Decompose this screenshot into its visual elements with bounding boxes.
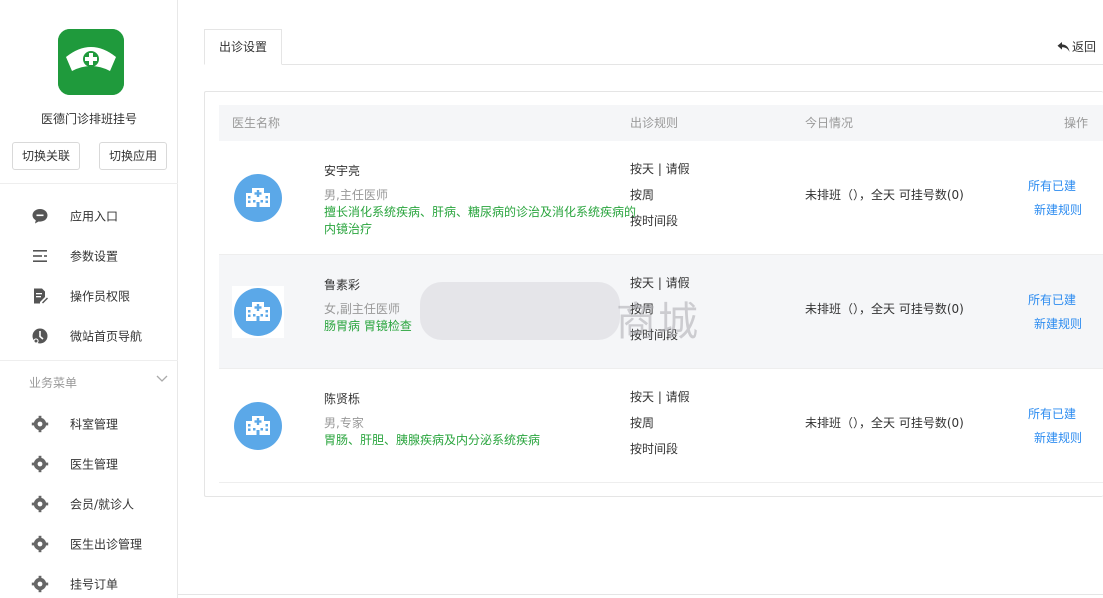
chat-bubble-icon xyxy=(32,209,48,224)
sidebar-item-label: 医生管理 xyxy=(70,457,119,472)
gear-icon xyxy=(31,575,49,593)
new-rule-link[interactable]: 新建规则 xyxy=(1034,429,1082,446)
back-arrow-icon xyxy=(1057,41,1070,52)
sidebar-item-microsite-nav[interactable]: 微站首页导航 xyxy=(0,316,178,356)
sidebar-item-operator-permissions[interactable]: 操作员权限 xyxy=(0,276,178,316)
watermark-blur xyxy=(420,282,620,340)
doctor-name: 鲁素彩 xyxy=(324,278,361,292)
new-rule-link[interactable]: 新建规则 xyxy=(1034,315,1082,332)
new-rule-link[interactable]: 新建规则 xyxy=(1034,201,1082,218)
sidebar-item-department[interactable]: 科室管理 xyxy=(0,404,178,444)
column-today-status: 今日情况 xyxy=(805,116,854,130)
column-schedule-rule: 出诊规则 xyxy=(630,116,679,130)
sidebar-item-label: 操作员权限 xyxy=(70,289,131,304)
app-name: 医德门诊排班挂号 xyxy=(40,112,137,126)
sidebar-item-params[interactable]: 参数设置 xyxy=(0,236,178,276)
sidebar-item-doctor-schedule[interactable]: 医生出诊管理 xyxy=(0,524,178,564)
doctor-title: 男,专家 xyxy=(324,416,364,430)
rule-by-week[interactable]: 按周 xyxy=(630,186,654,203)
rule-by-time-slot[interactable]: 按时间段 xyxy=(630,440,678,457)
column-doctor-name: 医生名称 xyxy=(232,116,281,130)
gear-icon xyxy=(31,455,49,473)
all-created-link[interactable]: 所有已建 xyxy=(1028,405,1076,422)
compass-clock-icon xyxy=(32,328,48,344)
sidebar-item-app-entry[interactable]: 应用入口 xyxy=(0,196,178,236)
sidebar-item-label: 科室管理 xyxy=(70,417,119,432)
sidebar-item-label: 应用入口 xyxy=(70,209,119,224)
bottom-divider xyxy=(178,594,1103,595)
table-row: 陈贤栎 男,专家 胃肠、肝胆、胰腺疾病及内分泌系统疾病 按天 | 请假 按周 按… xyxy=(219,369,1103,483)
today-status: 未排班（），全天 可挂号数(0) xyxy=(805,302,964,316)
nurse-cap-icon: 医德 xyxy=(58,29,124,95)
table-header: 医生名称 出诊规则 今日情况 操作 xyxy=(219,105,1103,141)
tab-underline xyxy=(204,64,1103,65)
sidebar-divider xyxy=(0,183,178,184)
doctor-specialty: 擅长消化系统疾病、肝病、糖尿病的诊治及消化系统疾病的内镜治疗 xyxy=(324,205,637,236)
switch-link-button[interactable]: 切换关联 xyxy=(12,142,81,170)
table-row: 安宇亮 男,主任医师 擅长消化系统疾病、肝病、糖尿病的诊治及消化系统疾病的内镜治… xyxy=(219,141,1103,255)
gear-icon xyxy=(31,495,49,513)
list-settings-icon xyxy=(33,250,47,262)
all-created-link[interactable]: 所有已建 xyxy=(1028,177,1076,194)
rule-by-time-slot[interactable]: 按时间段 xyxy=(630,212,678,229)
gear-icon xyxy=(31,415,49,433)
watermark-text: 商城 xyxy=(616,299,700,345)
sidebar-item-doctor[interactable]: 医生管理 xyxy=(0,444,178,484)
back-label: 返回 xyxy=(1072,40,1097,54)
doctor-title: 男,主任医师 xyxy=(324,188,388,202)
sidebar-item-members[interactable]: 会员/就诊人 xyxy=(0,484,178,524)
sidebar-item-label: 会员/就诊人 xyxy=(70,497,135,512)
sidebar-item-label: 挂号订单 xyxy=(70,577,119,592)
column-actions: 操作 xyxy=(1064,116,1089,130)
rule-by-day-leave[interactable]: 按天 | 请假 xyxy=(630,388,690,405)
hospital-avatar-icon xyxy=(234,402,282,450)
logo-text: 医德 xyxy=(84,39,98,48)
business-menu-title: 业务菜单 xyxy=(29,376,78,390)
sidebar: 医德 医德门诊排班挂号 切换关联 切换应用 应用入口 参数设置 操作员权限 微站… xyxy=(0,0,178,598)
doctor-specialty: 胃肠、肝胆、胰腺疾病及内分泌系统疾病 xyxy=(324,433,541,447)
switch-app-button[interactable]: 切换应用 xyxy=(99,142,168,170)
back-button[interactable]: 返回 xyxy=(1057,38,1096,55)
hospital-avatar-icon xyxy=(232,286,284,338)
hospital-avatar-icon xyxy=(234,174,282,222)
sidebar-item-label: 医生出诊管理 xyxy=(70,537,143,552)
sidebar-item-label: 参数设置 xyxy=(70,249,119,264)
gear-icon xyxy=(31,535,49,553)
rule-by-week[interactable]: 按周 xyxy=(630,414,654,431)
app-logo: 医德 xyxy=(58,29,124,95)
rule-by-day-leave[interactable]: 按天 | 请假 xyxy=(630,160,690,177)
tab-schedule-settings[interactable]: 出诊设置 xyxy=(204,29,282,65)
sidebar-item-label: 微站首页导航 xyxy=(70,329,143,344)
today-status: 未排班（），全天 可挂号数(0) xyxy=(805,416,964,430)
doctor-name: 安宇亮 xyxy=(324,164,361,178)
sidebar-item-orders[interactable]: 挂号订单 xyxy=(0,564,178,598)
chevron-down-icon[interactable] xyxy=(156,374,168,384)
document-edit-icon xyxy=(34,288,48,304)
sidebar-divider xyxy=(0,360,178,361)
doctor-title: 女,副主任医师 xyxy=(324,302,400,316)
today-status: 未排班（），全天 可挂号数(0) xyxy=(805,188,964,202)
doctor-name: 陈贤栎 xyxy=(324,392,361,406)
all-created-link[interactable]: 所有已建 xyxy=(1028,291,1076,308)
